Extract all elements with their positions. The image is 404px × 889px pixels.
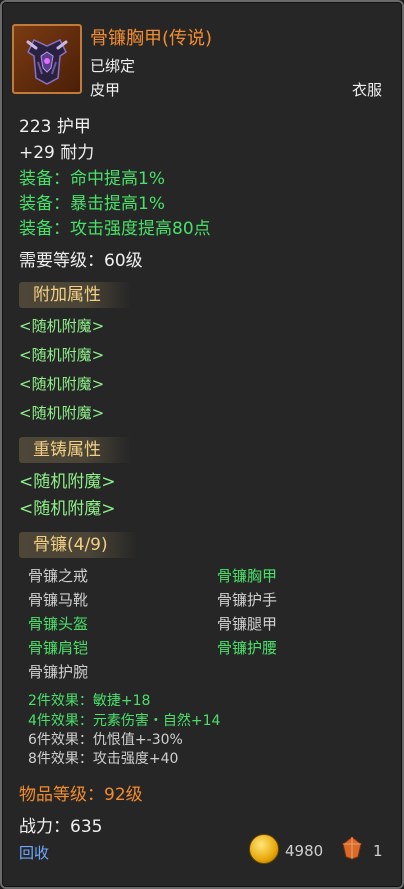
extra-enchant-4: <随机附魔> <box>19 404 105 422</box>
equip-effect-hit: 装备：命中提高1% <box>19 169 165 189</box>
reforge-enchant-2: <随机附魔> <box>19 499 116 519</box>
stamina-value: +29 耐力 <box>19 143 95 163</box>
set-piece: 骨镰护腰 <box>217 639 278 657</box>
gem-amount: 1 <box>373 842 383 860</box>
item-icon-frame <box>12 24 82 94</box>
combat-power: 战力：635 <box>19 817 103 837</box>
armor-type: 皮甲 <box>90 81 121 99</box>
item-name: 骨镰胸甲(传说) <box>90 28 213 49</box>
set-piece: 骨镰头盔 <box>28 615 89 633</box>
gold-amount: 4980 <box>285 842 324 860</box>
red-gem-icon <box>342 836 362 860</box>
equip-effect-crit: 装备：暴击提高1% <box>19 194 165 214</box>
item-level: 物品等级：92级 <box>19 785 143 805</box>
set-piece: 骨镰马靴 <box>28 591 89 609</box>
bind-status: 已绑定 <box>90 57 136 75</box>
set-piece: 骨镰肩铠 <box>28 639 89 657</box>
extra-enchant-1: <随机附魔> <box>19 317 105 335</box>
set-piece: 骨镰护手 <box>217 591 278 609</box>
set-bonus-6: 6件效果：仇恨值+-30% <box>28 732 183 748</box>
gold-coin-icon <box>249 834 279 864</box>
set-piece: 骨镰胸甲 <box>217 567 278 585</box>
armor-value: 223 护甲 <box>19 117 91 137</box>
equip-effect-attack: 装备：攻击强度提高80点 <box>19 219 211 239</box>
equip-slot: 衣服 <box>351 81 382 99</box>
item-tooltip: 骨镰胸甲(传说) 已绑定 皮甲 衣服 223 护甲 +29 耐力 装备：命中提高… <box>0 0 404 889</box>
set-header: 骨镰(4/9) <box>19 532 137 558</box>
level-requirement: 需要等级：60级 <box>19 251 143 271</box>
set-bonus-8: 8件效果：攻击强度+40 <box>28 751 179 767</box>
set-piece: 骨镰之戒 <box>28 567 89 585</box>
recycle-button[interactable]: 回收 <box>19 842 49 863</box>
reforge-enchant-1: <随机附魔> <box>19 472 116 492</box>
reforge-attributes-header: 重铸属性 <box>19 437 131 463</box>
set-bonus-2: 2件效果：敏捷+18 <box>28 693 151 709</box>
set-bonus-4: 4件效果：元素伤害・自然+14 <box>28 713 221 729</box>
extra-attributes-header: 附加属性 <box>19 282 131 308</box>
extra-enchant-3: <随机附魔> <box>19 375 105 393</box>
set-piece: 骨镰腿甲 <box>217 615 278 633</box>
bone-scythe-chest-armor-icon <box>26 39 68 85</box>
set-piece: 骨镰护腕 <box>28 663 89 681</box>
extra-enchant-2: <随机附魔> <box>19 346 105 364</box>
